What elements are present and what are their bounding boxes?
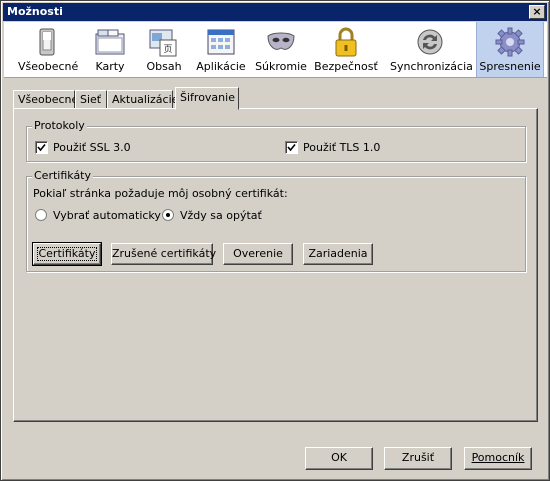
revoked-certificates-button-label: Zrušené certifikáty [112,247,217,260]
window-title: Možnosti [7,5,63,18]
ssl-label[interactable]: Použiť SSL 3.0 [53,141,131,154]
toolbar-item-general[interactable]: Všeobecné [18,22,79,77]
verification-button-label: Overenie [233,247,283,260]
revoked-certificates-button[interactable]: Zrušené certifikáty [111,243,217,265]
security-lock-icon [335,27,357,57]
devices-button-label: Zariadenia [308,247,368,260]
protocols-group: Protokoly Použiť SSL 3.0 Použiť TLS 1.0 [26,119,526,162]
certificates-group: Certifikáty Pokiaľ stránka požaduje môj … [26,169,526,272]
toolbar-item-security[interactable]: Bezpečnosť [314,22,378,77]
advanced-gear-icon [495,27,525,57]
close-icon: × [532,5,542,18]
title-bar[interactable]: Možnosti × [3,3,547,21]
toolbar-item-advanced[interactable]: Spresnenie [476,22,544,77]
tab-encryption[interactable]: Šifrovanie [175,87,239,110]
tls-label[interactable]: Použiť TLS 1.0 [303,141,380,154]
svg-text:页: 页 [163,44,172,55]
tab-general-label: Všeobecné [18,93,79,106]
toolbar-label-privacy: Súkromie [255,60,307,73]
protocols-legend: Protokoly [32,119,87,132]
tls-checkbox[interactable] [285,141,298,154]
toolbar-label-general: Všeobecné [18,60,79,73]
content-icon: 页 [149,29,177,57]
toolbar-label-advanced: Spresnenie [479,60,541,73]
devices-button[interactable]: Zariadenia [303,243,373,265]
ok-button-label: OK [331,451,347,464]
toolbar-label-tabs: Karty [95,60,125,73]
radio-select-automatically[interactable] [35,209,47,221]
certificates-legend: Certifikáty [32,169,94,182]
radio-selected-dot [166,213,170,217]
checkmark-icon [37,143,46,152]
tabs-icon [95,29,125,55]
focus-ring [37,247,97,261]
radio-always-ask-label[interactable]: Vždy sa opýtať [180,209,262,222]
tab-encryption-label: Šifrovanie [180,91,235,104]
radio-select-automatically-label[interactable]: Vybrať automaticky [53,209,161,222]
radio-always-ask[interactable] [162,209,174,221]
encryption-panel: Protokoly Použiť SSL 3.0 Použiť TLS 1.0 … [13,108,538,422]
toolbar-item-applications[interactable]: Aplikácie [194,22,248,77]
sync-icon [417,29,443,55]
tab-network[interactable]: Sieť [75,90,107,109]
tab-network-label: Sieť [80,93,102,106]
checkmark-icon [287,143,296,152]
certificates-button[interactable]: Certifikáty [32,242,102,266]
toolbar-label-security: Bezpečnosť [314,60,378,73]
toolbar-item-privacy[interactable]: Súkromie [254,22,308,77]
cancel-button[interactable]: Zrušiť [384,447,452,470]
tab-updates-label: Aktualizácie [112,93,179,106]
toolbar-item-content[interactable]: 页 Obsah [140,22,188,77]
toolbar-item-tabs[interactable]: Karty [84,22,136,77]
toolbar-item-sync[interactable]: Synchronizácia [390,22,473,77]
certificate-prompt: Pokiaľ stránka požaduje môj osobný certi… [33,187,288,200]
verification-button[interactable]: Overenie [223,243,293,265]
help-button[interactable]: Pomocník [464,447,532,470]
general-icon [39,28,55,56]
toolbar-label-applications: Aplikácie [196,60,246,73]
preferences-toolbar: Všeobecné Karty 页 Obsah Aplikácie Súkrom… [4,22,547,78]
cancel-button-label: Zrušiť [401,451,435,464]
privacy-mask-icon [267,32,295,50]
tab-updates[interactable]: Aktualizácie [107,90,178,109]
toolbar-label-sync: Synchronizácia [390,60,473,73]
help-button-label: Pomocník [471,451,525,464]
applications-icon [207,29,235,55]
toolbar-label-content: Obsah [146,60,182,73]
close-button[interactable]: × [529,5,545,19]
tab-general[interactable]: Všeobecné [13,90,79,109]
ok-button[interactable]: OK [305,447,373,470]
options-window: Možnosti × Všeobecné Karty 页 Obsah Aplik… [0,0,550,481]
ssl-checkbox[interactable] [35,141,48,154]
